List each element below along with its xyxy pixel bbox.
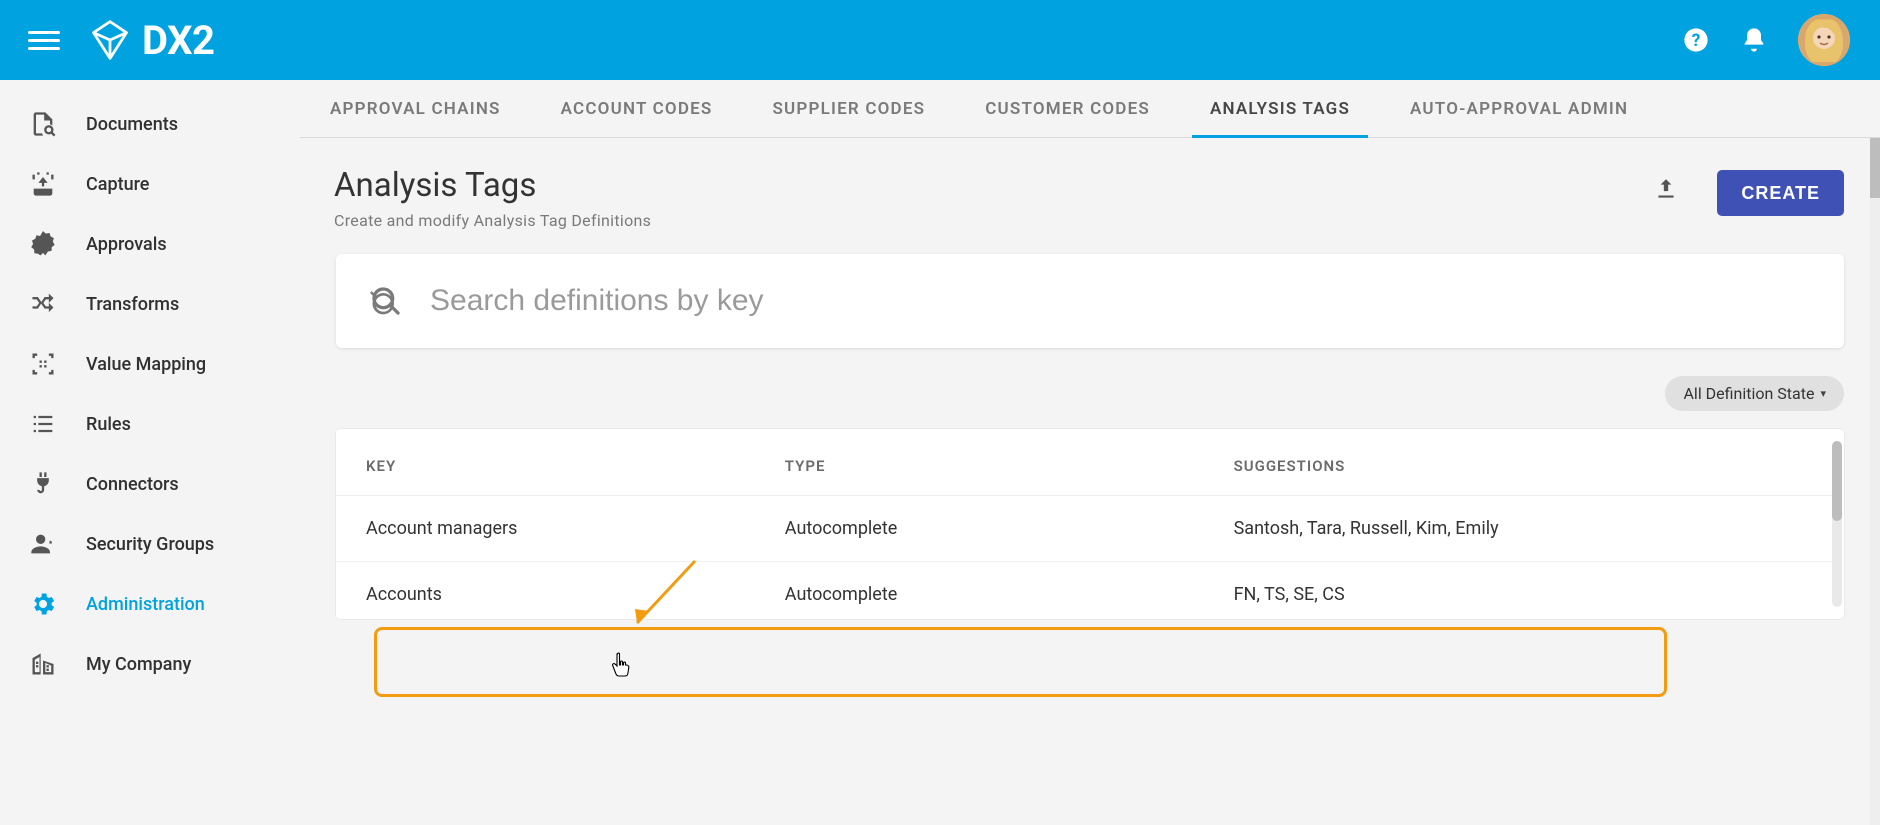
table-row[interactable]: Accounts Autocomplete FN, TS, SE, CS	[336, 562, 1832, 620]
sidebar-item-transforms[interactable]: Transforms	[0, 274, 300, 334]
svg-text:?: ?	[1692, 31, 1701, 51]
building-icon	[28, 649, 58, 679]
definitions-table-card: KEY TYPE SUGGESTIONS Account managers Au…	[336, 429, 1844, 619]
sidebar-item-security-groups[interactable]: Security Groups	[0, 514, 300, 574]
help-icon[interactable]: ?	[1682, 26, 1710, 54]
page-header: Analysis Tags Create and modify Analysis…	[300, 138, 1880, 254]
sidebar: Documents Capture Approvals Transforms V…	[0, 80, 300, 825]
tab-customer-codes[interactable]: CUSTOMER CODES	[985, 80, 1150, 137]
cell-suggestions: FN, TS, SE, CS	[1234, 562, 1832, 620]
logo-icon	[88, 18, 132, 62]
col-type: TYPE	[785, 429, 1234, 496]
sidebar-item-label: Capture	[86, 174, 149, 195]
sidebar-item-my-company[interactable]: My Company	[0, 634, 300, 694]
tab-analysis-tags[interactable]: ANALYSIS TAGS	[1210, 80, 1350, 137]
sidebar-item-label: Value Mapping	[86, 354, 206, 375]
cell-type: Autocomplete	[785, 496, 1234, 562]
tab-account-codes[interactable]: ACCOUNT CODES	[561, 80, 713, 137]
sidebar-item-label: My Company	[86, 654, 191, 675]
verified-icon	[28, 229, 58, 259]
cell-suggestions: Santosh, Tara, Russell, Kim, Emily	[1234, 496, 1832, 562]
page-scrollbar-track[interactable]	[1870, 138, 1880, 825]
avatar[interactable]	[1798, 14, 1850, 66]
col-suggestions: SUGGESTIONS	[1234, 429, 1832, 496]
filter-row: All Definition State	[300, 348, 1880, 429]
plug-icon	[28, 469, 58, 499]
table-row[interactable]: Account managers Autocomplete Santosh, T…	[336, 496, 1832, 562]
user-settings-icon	[28, 529, 58, 559]
main-content: APPROVAL CHAINS ACCOUNT CODES SUPPLIER C…	[300, 80, 1880, 825]
sidebar-item-approvals[interactable]: Approvals	[0, 214, 300, 274]
col-key: KEY	[336, 429, 785, 496]
sidebar-item-rules[interactable]: Rules	[0, 394, 300, 454]
sidebar-item-value-mapping[interactable]: Value Mapping	[0, 334, 300, 394]
sidebar-item-label: Documents	[86, 114, 178, 135]
cell-key: Accounts	[336, 562, 785, 620]
logo-text: DX2	[142, 17, 214, 64]
sidebar-item-label: Administration	[86, 594, 205, 615]
cell-type: Autocomplete	[785, 562, 1234, 620]
sidebar-item-connectors[interactable]: Connectors	[0, 454, 300, 514]
gear-icon	[28, 589, 58, 619]
create-button[interactable]: CREATE	[1717, 170, 1844, 216]
bell-icon[interactable]	[1740, 26, 1768, 54]
page-title: Analysis Tags	[334, 166, 1633, 205]
upload-icon[interactable]	[1653, 176, 1679, 202]
definition-state-filter[interactable]: All Definition State	[1665, 376, 1844, 411]
sidebar-item-label: Transforms	[86, 294, 179, 315]
sidebar-item-label: Security Groups	[86, 534, 214, 555]
sidebar-item-label: Connectors	[86, 474, 179, 495]
admin-tabs: APPROVAL CHAINS ACCOUNT CODES SUPPLIER C…	[300, 80, 1880, 138]
capture-icon	[28, 169, 58, 199]
sidebar-item-documents[interactable]: Documents	[0, 94, 300, 154]
app-logo[interactable]: DX2	[88, 17, 214, 64]
app-bar: DX2 ?	[0, 0, 1880, 80]
cell-key: Account managers	[336, 496, 785, 562]
sidebar-item-administration[interactable]: Administration	[0, 574, 300, 634]
list-icon	[28, 409, 58, 439]
search-card	[336, 254, 1844, 348]
page-subtitle: Create and modify Analysis Tag Definitio…	[334, 211, 1633, 230]
sidebar-item-capture[interactable]: Capture	[0, 154, 300, 214]
tab-approval-chains[interactable]: APPROVAL CHAINS	[330, 80, 501, 137]
search-input[interactable]	[430, 284, 1810, 318]
search-icon	[370, 285, 402, 317]
sidebar-item-label: Approvals	[86, 234, 167, 255]
tab-supplier-codes[interactable]: SUPPLIER CODES	[772, 80, 925, 137]
page-scrollbar-thumb[interactable]	[1870, 138, 1880, 198]
shuffle-icon	[28, 289, 58, 319]
document-search-icon	[28, 109, 58, 139]
table-scrollbar-thumb[interactable]	[1832, 441, 1842, 521]
definitions-table: KEY TYPE SUGGESTIONS Account managers Au…	[336, 429, 1832, 619]
sidebar-item-label: Rules	[86, 414, 131, 435]
menu-icon[interactable]	[28, 24, 60, 56]
tab-auto-approval-admin[interactable]: AUTO-APPROVAL ADMIN	[1410, 80, 1628, 137]
collapse-icon	[28, 349, 58, 379]
